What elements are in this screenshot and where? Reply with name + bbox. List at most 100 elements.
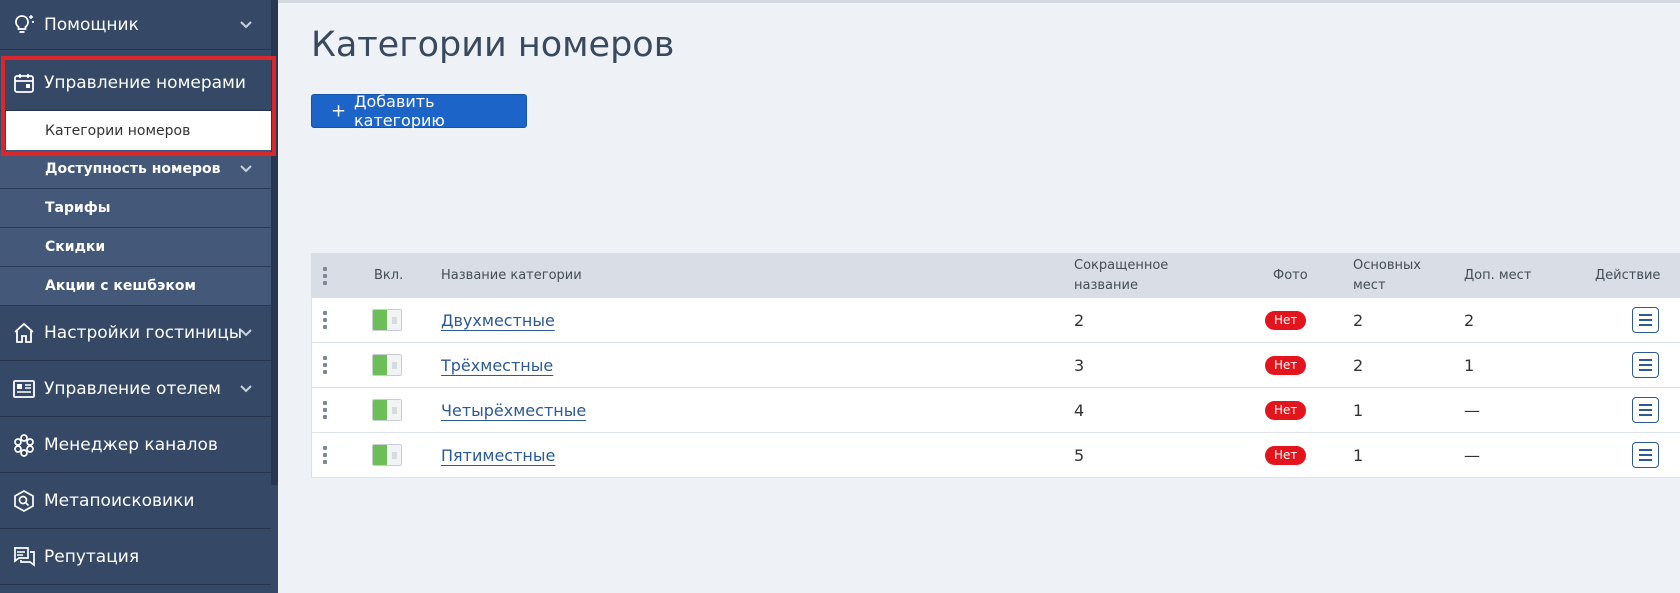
- photo-status-badge: Нет: [1265, 310, 1307, 330]
- sidebar-subitem-rates[interactable]: Тарифы: [0, 189, 271, 228]
- category-link[interactable]: Двухместные: [441, 311, 555, 330]
- table-header: Вкл. Название категории Сокращенное назв…: [311, 253, 1680, 298]
- enabled-toggle[interactable]: [372, 388, 402, 432]
- drag-handle[interactable]: [323, 388, 329, 432]
- col-main-places-line2: мест: [1353, 277, 1386, 293]
- sidebar-item-reputation[interactable]: Репутация: [0, 530, 271, 585]
- chevron-down-icon: [240, 329, 252, 337]
- home-icon: [14, 322, 34, 343]
- toggle-switch: [372, 444, 402, 466]
- photo-cell: Нет: [1265, 298, 1307, 342]
- sidebar-item-label: Метапоисковики: [44, 491, 195, 511]
- sidebar-item-label: Менеджер каналов: [44, 435, 218, 455]
- main-places: 1: [1353, 445, 1364, 465]
- sidebar-subitem-room-categories[interactable]: Категории номеров: [6, 111, 271, 150]
- col-short-name-line1: Сокращенное: [1074, 257, 1169, 273]
- search-shield-icon: [14, 490, 34, 512]
- extra-places: 1: [1464, 355, 1475, 375]
- photo-status-badge: Нет: [1265, 355, 1307, 375]
- row-menu-button[interactable]: [1632, 352, 1659, 378]
- toggle-switch: [372, 354, 402, 376]
- col-short-name: Сокращенное название: [1074, 253, 1168, 298]
- action-cell: [1632, 343, 1659, 387]
- sidebar-subitem-label: Тарифы: [45, 200, 111, 216]
- drag-handle-header: [323, 253, 329, 298]
- sidebar-subitem-discounts[interactable]: Скидки: [0, 228, 271, 267]
- plus-icon: +: [331, 100, 347, 122]
- table-row: Четырёхместные 4 Нет 1 —: [311, 388, 1680, 433]
- photo-cell: Нет: [1265, 433, 1307, 477]
- main-places: 2: [1353, 355, 1364, 375]
- short-name: 5: [1074, 445, 1085, 465]
- col-main-places: Основных мест: [1353, 253, 1421, 298]
- col-name: Название категории: [441, 267, 582, 283]
- drag-handle[interactable]: [323, 433, 329, 477]
- row-menu-button[interactable]: [1632, 397, 1659, 423]
- add-category-label: Добавить категорию: [354, 92, 445, 130]
- toggle-switch: [372, 309, 402, 331]
- col-extra-places: Доп. мест: [1464, 267, 1532, 283]
- action-cell: [1632, 298, 1659, 342]
- col-action: Действие: [1595, 267, 1661, 283]
- sidebar-item-hotel-management[interactable]: Управление отелем: [0, 362, 271, 417]
- category-name: Трёхместные: [441, 343, 553, 387]
- categories-table: Вкл. Название категории Сокращенное назв…: [311, 253, 1680, 478]
- category-name: Пятиместные: [441, 433, 555, 477]
- sidebar-item-channel-manager[interactable]: Менеджер каналов: [0, 418, 271, 473]
- sidebar-item-hotel-settings[interactable]: Настройки гостиницы: [0, 306, 271, 361]
- enabled-toggle[interactable]: [372, 298, 402, 342]
- col-main-places-line1: Основных: [1353, 257, 1421, 273]
- action-cell: [1632, 433, 1659, 477]
- sidebar-item-room-management[interactable]: Управление номерами: [0, 56, 271, 111]
- sidebar-subitem-label: Акции с кешбэком: [45, 278, 196, 294]
- sidebar-scrollbar[interactable]: [271, 0, 278, 485]
- add-category-button[interactable]: + Добавить категорию: [311, 92, 527, 130]
- photo-status-badge: Нет: [1265, 445, 1307, 465]
- drag-handle[interactable]: [323, 298, 329, 342]
- short-name: 4: [1074, 400, 1085, 420]
- sidebar: Помощник Управление номерами Категории н…: [0, 0, 278, 593]
- row-menu-button[interactable]: [1632, 307, 1659, 333]
- toggle-switch: [372, 399, 402, 421]
- enabled-toggle[interactable]: [372, 343, 402, 387]
- chevron-down-icon: [240, 165, 252, 173]
- sidebar-subitem-label: Категории номеров: [45, 122, 191, 139]
- table-row: Двухместные 2 Нет 2 2: [311, 298, 1680, 343]
- sidebar-subitem-cashback[interactable]: Акции с кешбэком: [0, 267, 271, 306]
- short-name: 3: [1074, 355, 1085, 375]
- sidebar-item-label: Настройки гостиницы: [44, 323, 243, 343]
- category-name: Четырёхместные: [441, 388, 586, 432]
- enabled-toggle[interactable]: [372, 433, 402, 477]
- category-link[interactable]: Трёхместные: [441, 356, 553, 375]
- col-short-name-line2: название: [1074, 277, 1138, 293]
- photo-status-badge: Нет: [1265, 400, 1307, 420]
- drag-handle-icon: [323, 356, 329, 374]
- channels-icon: [14, 434, 34, 457]
- sidebar-subitem-label: Доступность номеров: [45, 161, 221, 177]
- table-row: Трёхместные 3 Нет 2 1: [311, 343, 1680, 388]
- sidebar-item-label: Помощник: [44, 14, 139, 35]
- category-link[interactable]: Пятиместные: [441, 446, 555, 465]
- sidebar-item-label: Репутация: [44, 547, 140, 567]
- page-title: Категории номеров: [311, 25, 675, 65]
- photo-cell: Нет: [1265, 343, 1307, 387]
- sidebar-item-assistant[interactable]: Помощник: [0, 0, 271, 50]
- drag-handle-icon: [323, 401, 329, 419]
- drag-handle-icon: [323, 446, 329, 464]
- sidebar-subitem-label: Скидки: [45, 239, 106, 255]
- sidebar-item-label: Управление номерами: [44, 73, 246, 93]
- extra-places: —: [1464, 445, 1480, 465]
- sidebar-item-metasearch[interactable]: Метапоисковики: [0, 474, 271, 529]
- chevron-down-icon: [240, 385, 252, 393]
- sidebar-subitem-room-availability[interactable]: Доступность номеров: [0, 150, 271, 189]
- action-cell: [1632, 388, 1659, 432]
- category-link[interactable]: Четырёхместные: [441, 401, 586, 420]
- sidebar-item-label: Управление отелем: [44, 379, 221, 399]
- table-row: Пятиместные 5 Нет 1 —: [311, 433, 1680, 478]
- chat-icon: [14, 547, 35, 567]
- extra-places: 2: [1464, 310, 1475, 330]
- drag-handle[interactable]: [323, 343, 329, 387]
- extra-places: —: [1464, 400, 1480, 420]
- row-menu-button[interactable]: [1632, 442, 1659, 468]
- col-enabled: Вкл.: [374, 267, 404, 283]
